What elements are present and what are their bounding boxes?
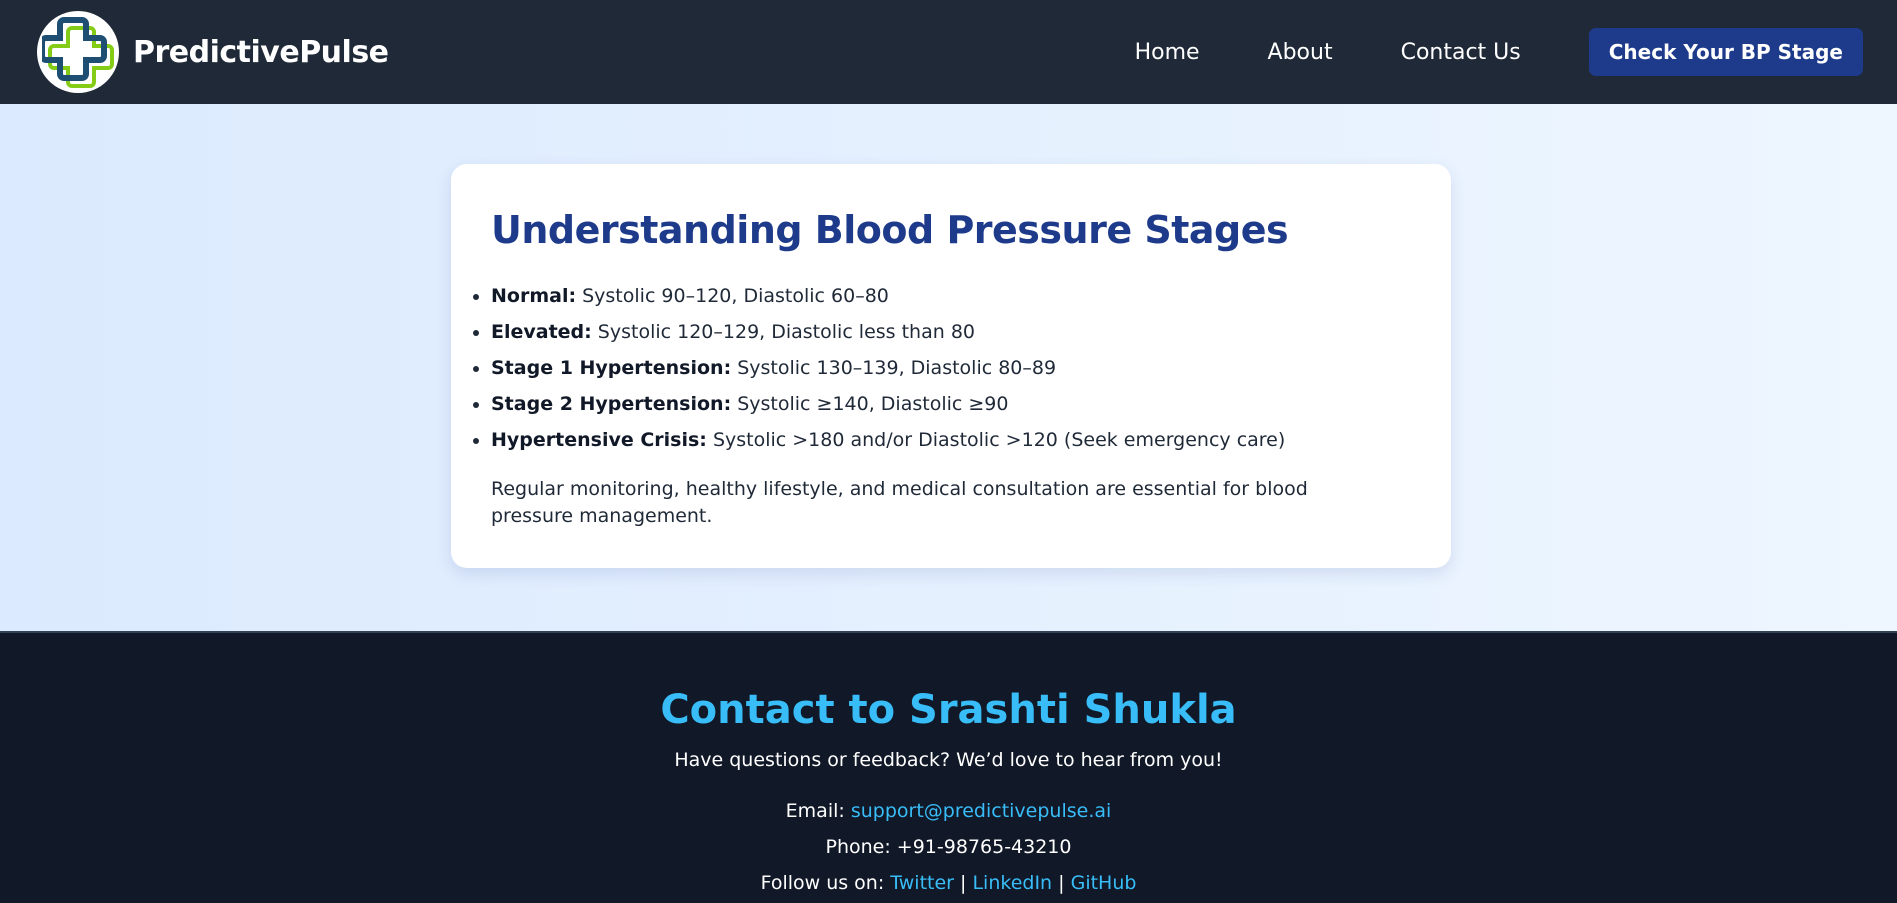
- footer-tagline: Have questions or feedback? We’d love to…: [674, 749, 1223, 771]
- email-link[interactable]: support@predictivepulse.ai: [851, 800, 1111, 822]
- nav-about-link[interactable]: About: [1268, 40, 1333, 65]
- stage-text: Systolic 90–120, Diastolic 60–80: [576, 285, 889, 307]
- nav-home-link[interactable]: Home: [1135, 40, 1200, 65]
- stage-text: Systolic 120–129, Diastolic less than 80: [591, 321, 976, 343]
- management-note: Regular monitoring, healthy lifestyle, a…: [491, 478, 1308, 527]
- stage-item-stage1: Stage 1 Hypertension: Systolic 130–139, …: [491, 350, 1411, 386]
- stage-item-normal: Normal: Systolic 90–120, Diastolic 60–80: [491, 278, 1411, 314]
- stage-label: Normal:: [491, 285, 577, 307]
- footer-email-line: Email: support@predictivepulse.ai: [0, 793, 1897, 829]
- stage-text: Systolic ≥140, Diastolic ≥90: [731, 393, 1009, 415]
- stage-item-elevated: Elevated: Systolic 120–129, Diastolic le…: [491, 314, 1411, 350]
- separator: |: [1052, 872, 1071, 894]
- footer-social-line: Follow us on: Twitter | LinkedIn | GitHu…: [0, 865, 1897, 901]
- check-bp-stage-button[interactable]: Check Your BP Stage: [1588, 28, 1863, 76]
- stage-list: Normal: Systolic 90–120, Diastolic 60–80…: [491, 278, 1411, 458]
- medical-cross-icon: [37, 11, 119, 93]
- footer-title: Contact to Srashti Shukla: [660, 687, 1237, 733]
- stage-label: Stage 2 Hypertension:: [491, 393, 732, 415]
- linkedin-link[interactable]: LinkedIn: [972, 872, 1052, 894]
- stage-label: Elevated:: [491, 321, 592, 343]
- footer-phone: Phone: +91-98765-43210: [825, 836, 1072, 858]
- main-content: Understanding Blood Pressure Stages Norm…: [0, 104, 1897, 631]
- stage-text: Systolic 130–139, Diastolic 80–89: [731, 357, 1057, 379]
- github-link[interactable]: GitHub: [1071, 872, 1137, 894]
- bp-stages-card: Understanding Blood Pressure Stages Norm…: [451, 164, 1451, 568]
- stage-item-crisis: Hypertensive Crisis: Systolic >180 and/o…: [491, 422, 1411, 458]
- footer: Contact to Srashti Shukla Have questions…: [0, 631, 1897, 903]
- stage-item-stage2: Stage 2 Hypertension: Systolic ≥140, Dia…: [491, 386, 1411, 422]
- separator: |: [953, 872, 973, 894]
- twitter-link[interactable]: Twitter: [890, 872, 954, 894]
- brand[interactable]: PredictivePulse: [37, 11, 389, 93]
- card-title: Understanding Blood Pressure Stages: [491, 208, 1289, 252]
- follow-label: Follow us on:: [760, 872, 891, 894]
- email-label: Email:: [785, 800, 851, 822]
- navbar: PredictivePulse Home About Contact Us Ch…: [0, 0, 1897, 104]
- brand-name: PredictivePulse: [133, 34, 389, 70]
- nav-links: Home About Contact Us Check Your BP Stag…: [1135, 28, 1863, 76]
- stage-text: Systolic >180 and/or Diastolic >120 (See…: [706, 429, 1286, 451]
- nav-contact-link[interactable]: Contact Us: [1401, 40, 1521, 65]
- stage-label: Stage 1 Hypertension:: [491, 357, 732, 379]
- stage-label: Hypertensive Crisis:: [491, 429, 707, 451]
